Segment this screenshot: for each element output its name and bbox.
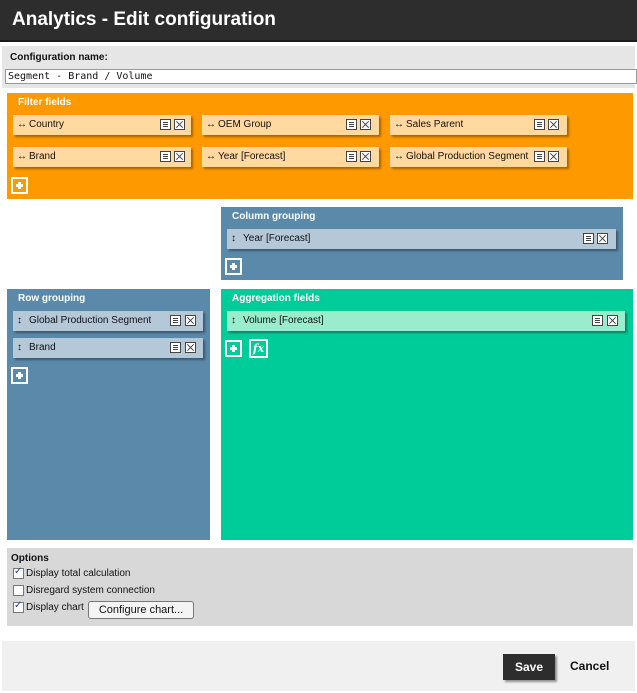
add-filter-field-button[interactable]	[11, 177, 28, 194]
list-icon[interactable]	[170, 342, 181, 353]
vertical-arrow-icon[interactable]: ↕	[17, 315, 22, 326]
row-grouping-title: Row grouping	[18, 293, 86, 304]
list-icon[interactable]	[160, 151, 171, 162]
filter-field-label: OEM Group	[218, 119, 272, 130]
row-field-global-production-segment[interactable]: ↕ Global Production Segment	[13, 311, 203, 331]
column-field-year-forecast[interactable]: ↕ Year [Forecast]	[227, 229, 616, 249]
vertical-arrow-icon[interactable]: ↕	[231, 315, 236, 326]
window-title: Analytics - Edit configuration	[12, 9, 276, 30]
close-icon[interactable]	[174, 151, 185, 162]
filter-field-label: Year [Forecast]	[218, 151, 286, 162]
close-icon[interactable]	[185, 342, 196, 353]
filter-field-brand[interactable]: ↔ Brand	[13, 147, 191, 167]
save-button[interactable]: Save	[503, 654, 555, 680]
horizontal-arrow-icon[interactable]: ↔	[17, 119, 27, 130]
aggregation-fields-title: Aggregation fields	[232, 293, 320, 304]
option-label: Disregard system connection	[26, 585, 155, 597]
horizontal-arrow-icon[interactable]: ↔	[394, 151, 404, 162]
close-icon[interactable]	[174, 119, 185, 130]
row-field-brand[interactable]: ↕ Brand	[13, 338, 203, 358]
horizontal-arrow-icon[interactable]: ↔	[206, 119, 216, 130]
configure-chart-button[interactable]: Configure chart...	[88, 601, 194, 619]
list-icon[interactable]	[534, 151, 545, 162]
display-chart-checkbox[interactable]	[13, 600, 24, 613]
vertical-arrow-icon[interactable]: ↕	[17, 342, 22, 353]
row-grouping-panel[interactable]: Row grouping ↕ Global Production Segment…	[7, 289, 210, 540]
aggregation-field-label: Volume [Forecast]	[243, 315, 324, 326]
close-icon[interactable]	[597, 233, 608, 244]
filter-fields-panel[interactable]: Filter fields ↔ Country ↔ OEM Group ↔ Sa…	[7, 93, 633, 199]
filter-fields-title: Filter fields	[18, 97, 72, 108]
display-total-calculation-checkbox[interactable]	[13, 566, 24, 579]
filter-field-oem-group[interactable]: ↔ OEM Group	[202, 115, 379, 135]
list-icon[interactable]	[160, 119, 171, 130]
horizontal-arrow-icon[interactable]: ↔	[17, 151, 27, 162]
add-aggregation-field-button[interactable]	[225, 340, 242, 357]
disregard-system-connection-checkbox[interactable]	[13, 585, 24, 596]
aggregation-field-volume-forecast[interactable]: ↕ Volume [Forecast]	[227, 311, 625, 331]
list-icon[interactable]	[583, 233, 594, 244]
filter-field-year-forecast[interactable]: ↔ Year [Forecast]	[202, 147, 379, 167]
column-grouping-panel[interactable]: Column grouping ↕ Year [Forecast]	[221, 207, 623, 280]
close-icon[interactable]	[607, 315, 618, 326]
close-icon[interactable]	[548, 151, 559, 162]
vertical-arrow-icon[interactable]: ↕	[231, 233, 236, 244]
filter-field-label: Country	[29, 119, 65, 130]
option-label: Display chart	[26, 602, 84, 614]
option-disregard-system-connection[interactable]: Disregard system connection	[13, 585, 155, 596]
filter-field-country[interactable]: ↔ Country	[13, 115, 191, 135]
filter-field-global-production-segment[interactable]: ↔ Global Production Segment	[390, 147, 567, 167]
configuration-name-label: Configuration name:	[10, 52, 108, 63]
option-label: Display total calculation	[26, 568, 131, 580]
row-field-label: Global Production Segment	[29, 315, 152, 326]
configuration-name-input[interactable]: Segment - Brand / Volume	[5, 69, 637, 84]
formula-fx-button[interactable]: fx	[249, 339, 268, 358]
options-title: Options	[11, 553, 49, 564]
list-icon[interactable]	[346, 119, 357, 130]
title-bar: Analytics - Edit configuration	[0, 0, 637, 42]
option-display-chart[interactable]: Display chart	[13, 600, 84, 614]
list-icon[interactable]	[534, 119, 545, 130]
close-icon[interactable]	[548, 119, 559, 130]
close-icon[interactable]	[360, 151, 371, 162]
option-display-total-calculation[interactable]: Display total calculation	[13, 566, 131, 580]
close-icon[interactable]	[360, 119, 371, 130]
horizontal-arrow-icon[interactable]: ↔	[394, 119, 404, 130]
aggregation-fields-panel[interactable]: Aggregation fields ↕ Volume [Forecast] f…	[221, 289, 633, 540]
column-grouping-title: Column grouping	[232, 211, 316, 222]
list-icon[interactable]	[346, 151, 357, 162]
filter-field-label: Sales Parent	[406, 119, 464, 130]
horizontal-arrow-icon[interactable]: ↔	[206, 151, 216, 162]
row-field-label: Brand	[29, 342, 56, 353]
close-icon[interactable]	[185, 315, 196, 326]
add-column-grouping-button[interactable]	[225, 258, 242, 275]
list-icon[interactable]	[592, 315, 603, 326]
cancel-button[interactable]: Cancel	[570, 659, 609, 673]
configuration-section: Configuration name: Segment - Brand / Vo…	[2, 46, 637, 88]
filter-field-label: Brand	[29, 151, 56, 162]
filter-field-sales-parent[interactable]: ↔ Sales Parent	[390, 115, 567, 135]
add-row-grouping-button[interactable]	[11, 367, 28, 384]
column-field-label: Year [Forecast]	[243, 233, 311, 244]
list-icon[interactable]	[170, 315, 181, 326]
